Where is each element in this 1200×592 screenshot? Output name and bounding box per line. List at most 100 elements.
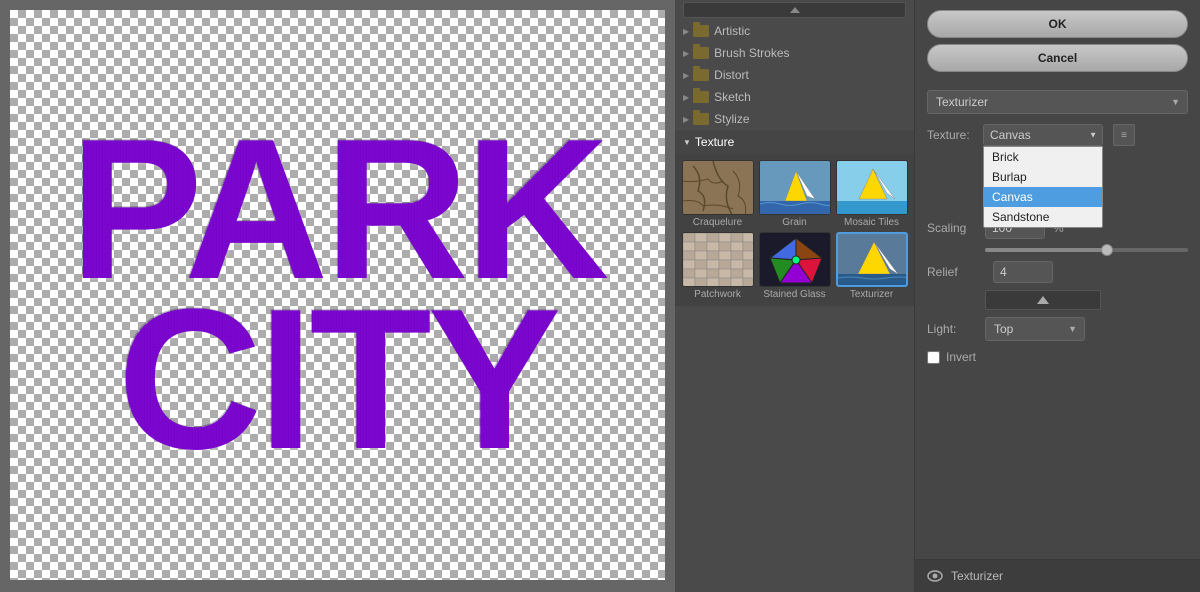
layer-name: Texturizer <box>951 569 1003 583</box>
invert-row: Invert <box>915 346 1200 368</box>
list-icon-symbol: ≡ <box>1121 130 1127 141</box>
filter-item-sketch[interactable]: ▶ Sketch <box>675 86 914 108</box>
filter-label-stylize: Stylize <box>714 112 749 126</box>
eye-icon[interactable] <box>927 568 943 584</box>
grain-svg <box>760 161 831 215</box>
layer-panel: Texturizer <box>915 559 1200 592</box>
invert-checkbox[interactable] <box>927 351 940 364</box>
invert-label[interactable]: Invert <box>946 350 976 364</box>
filter-item-distort[interactable]: ▶ Distort <box>675 64 914 86</box>
texture-option-burlap[interactable]: Burlap <box>984 167 1102 187</box>
filter-item-artistic[interactable]: ▶ Artistic <box>675 20 914 42</box>
park-city-container: PARK CITY <box>10 10 665 580</box>
btn-area: OK Cancel <box>915 0 1200 82</box>
texture-option-brick[interactable]: Brick <box>984 147 1102 167</box>
settings-list-icon[interactable]: ≡ <box>1113 124 1135 146</box>
arrow-icon-brush: ▶ <box>683 49 689 58</box>
thumbnail-label-grain: Grain <box>782 217 806 228</box>
thumbnail-mosaic-tiles[interactable]: Mosaic Tiles <box>835 160 908 228</box>
canvas-content: PARK CITY <box>10 10 665 580</box>
arrow-icon-distort: ▶ <box>683 71 689 80</box>
panels-container: ▶ Artistic ▶ Brush Strokes ▶ Distort ▶ S… <box>675 0 1200 592</box>
thumbnail-grid: Craquelure Grain <box>675 154 914 306</box>
scaling-label: Scaling <box>927 221 977 235</box>
scaling-slider-row <box>915 244 1200 256</box>
texture-dropdown-container: Canvas ▼ Brick Burlap Canvas Sandstone <box>983 124 1103 146</box>
thumbnail-label-patchwork: Patchwork <box>694 289 741 300</box>
light-row: Light: Top Top Left Top Right Bottom <box>915 312 1200 346</box>
arrow-icon-artistic: ▶ <box>683 27 689 36</box>
scroll-up-indicator[interactable] <box>683 2 906 18</box>
craquelure-svg <box>683 161 754 215</box>
triangle-up-icon <box>1037 296 1049 304</box>
thumbnail-patchwork[interactable]: Patchwork <box>681 232 754 300</box>
thumbnail-grain[interactable]: Grain <box>758 160 831 228</box>
scaling-track <box>985 248 1188 252</box>
filter-select-row: Texturizer <box>915 82 1200 118</box>
filter-select[interactable]: Texturizer <box>927 90 1188 114</box>
thumbnail-label-texturizer: Texturizer <box>850 289 893 300</box>
texture-dropdown-trigger[interactable]: Canvas ▼ <box>983 124 1103 146</box>
thumbnail-img-texturizer <box>836 232 908 287</box>
arrow-icon-texture: ▼ <box>683 138 691 147</box>
texture-dropdown-row: Texture: Canvas ▼ Brick Burlap Canvas Sa… <box>915 118 1200 152</box>
park-city-text: PARK CITY <box>70 125 606 465</box>
relief-row: Relief <box>915 256 1200 288</box>
texture-dropdown-arrow: ▼ <box>1089 131 1097 140</box>
scroll-up-arrow <box>790 7 800 13</box>
thumbnail-img-grain <box>759 160 831 215</box>
settings-panel: OK Cancel Texturizer Texture: Canvas ▼ B… <box>915 0 1200 592</box>
light-select[interactable]: Top Top Left Top Right Bottom <box>985 317 1085 341</box>
thumbnail-craquelure[interactable]: Craquelure <box>681 160 754 228</box>
relief-input[interactable] <box>993 261 1053 283</box>
relief-label: Relief <box>927 265 977 279</box>
texturizer-svg <box>838 234 908 287</box>
thumbnail-label-craquelure: Craquelure <box>693 217 742 228</box>
triangle-slider[interactable] <box>985 290 1101 310</box>
thumbnail-img-stained-glass <box>759 232 831 287</box>
folder-icon-artistic <box>693 25 709 37</box>
scaling-thumb <box>1101 244 1113 256</box>
thumbnail-img-craquelure <box>682 160 754 215</box>
texture-label: Texture: <box>927 128 977 142</box>
filter-label-texture: Texture <box>695 135 734 149</box>
stained-glass-svg <box>760 233 831 287</box>
folder-icon-brush <box>693 47 709 59</box>
patchwork-svg <box>683 233 754 287</box>
arrow-icon-sketch: ▶ <box>683 93 689 102</box>
triangle-slider-row <box>973 288 1113 312</box>
filter-item-brush-strokes[interactable]: ▶ Brush Strokes <box>675 42 914 64</box>
arrow-icon-stylize: ▶ <box>683 115 689 124</box>
filter-label-sketch: Sketch <box>714 90 751 104</box>
mosaic-svg <box>837 161 908 215</box>
thumbnail-stained-glass[interactable]: Stained Glass <box>758 232 831 300</box>
thumbnail-img-mosaic <box>836 160 908 215</box>
filter-select-wrapper: Texturizer <box>927 90 1188 114</box>
filter-label-distort: Distort <box>714 68 749 82</box>
filter-item-stylize[interactable]: ▶ Stylize <box>675 108 914 130</box>
filter-list: ▶ Artistic ▶ Brush Strokes ▶ Distort ▶ S… <box>675 0 915 592</box>
canvas-area: PARK CITY <box>0 0 675 592</box>
texture-option-canvas[interactable]: Canvas <box>984 187 1102 207</box>
text-line2: CITY <box>70 295 606 465</box>
ok-button[interactable]: OK <box>927 10 1188 38</box>
texture-header[interactable]: ▼ Texture <box>675 130 914 154</box>
texture-section: ▼ Texture <box>675 130 914 306</box>
thumbnail-texturizer[interactable]: Texturizer <box>835 232 908 300</box>
folder-icon-sketch <box>693 91 709 103</box>
thumbnail-label-stained-glass: Stained Glass <box>763 289 825 300</box>
texture-option-sandstone[interactable]: Sandstone <box>984 207 1102 227</box>
eye-svg <box>927 570 943 582</box>
thumbnail-label-mosaic-tiles: Mosaic Tiles <box>844 217 899 228</box>
texture-dropdown-list: Brick Burlap Canvas Sandstone <box>983 146 1103 228</box>
cancel-button[interactable]: Cancel <box>927 44 1188 72</box>
light-label: Light: <box>927 322 977 336</box>
folder-icon-stylize <box>693 113 709 125</box>
scaling-slider[interactable] <box>985 248 1188 252</box>
texture-selected-value: Canvas <box>990 128 1031 142</box>
filter-label-artistic: Artistic <box>714 24 750 38</box>
light-select-wrapper: Top Top Left Top Right Bottom <box>985 317 1085 341</box>
thumbnail-img-patchwork <box>682 232 754 287</box>
filter-label-brush-strokes: Brush Strokes <box>714 46 789 60</box>
folder-icon-distort <box>693 69 709 81</box>
